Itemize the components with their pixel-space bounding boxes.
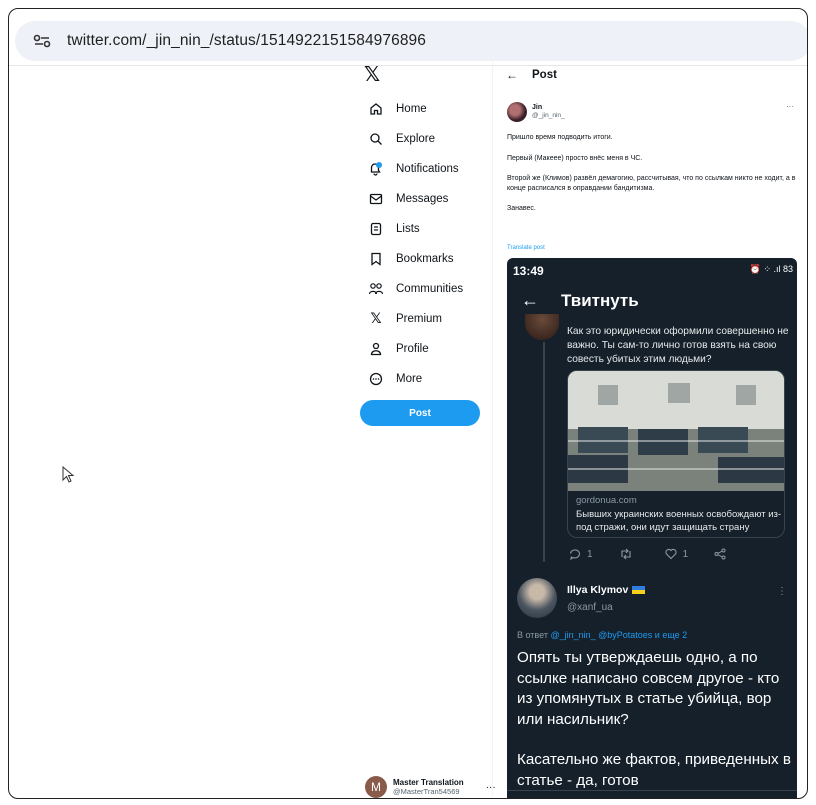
home-icon xyxy=(366,99,386,119)
author-avatar[interactable] xyxy=(507,102,527,122)
more-vertical-icon: ⋮ xyxy=(777,586,787,597)
thread-line xyxy=(543,342,545,562)
person-icon xyxy=(366,339,386,359)
sidebar-item-label: Explore xyxy=(396,133,435,145)
card-domain: gordonua.com xyxy=(576,495,637,506)
post-author[interactable]: Jin @_jin_nin_ xyxy=(507,102,565,122)
address-bar[interactable]: twitter.com/_jin_nin_/status/15149221515… xyxy=(15,21,807,61)
sidebar-nav: 𝕏 Home Explore Notifications Messages Li… xyxy=(358,62,488,394)
tweet-actions: 1 1 xyxy=(569,548,769,560)
sidebar-item-label: Profile xyxy=(396,343,429,355)
post-header: ← Post xyxy=(506,64,557,86)
translate-post-link[interactable]: Translate post xyxy=(507,245,545,251)
phone-status-bar: 13:49 ⏰ ⁘ .ıl 83 xyxy=(513,264,793,278)
bell-icon xyxy=(366,159,386,179)
back-arrow-icon: ← xyxy=(521,290,539,310)
sidebar-item-label: Lists xyxy=(396,223,420,235)
sidebar-item-home[interactable]: Home xyxy=(358,94,488,124)
list-icon xyxy=(366,219,386,239)
author-handle[interactable]: @_jin_nin_ xyxy=(532,112,565,120)
sidebar-item-explore[interactable]: Explore xyxy=(358,124,488,154)
reply-paragraph: Касательно же фактов, приведенных в стат… xyxy=(517,751,791,789)
post-paragraph: Второй же (Климов) развёл демагогию, рас… xyxy=(507,175,796,192)
reply-to-mentions: @_jin_nin_ @byPotatoes и еще 2 xyxy=(550,630,688,640)
heart-icon xyxy=(664,548,677,560)
envelope-icon xyxy=(366,189,386,209)
post-button[interactable]: Post xyxy=(360,400,480,426)
x-logo-icon: 𝕏 xyxy=(370,311,382,327)
bookmark-icon xyxy=(366,249,386,269)
ukraine-flag-icon xyxy=(632,586,646,594)
sidebar-item-premium[interactable]: 𝕏 Premium xyxy=(358,304,488,334)
sidebar-item-lists[interactable]: Lists xyxy=(358,214,488,244)
avatar: M xyxy=(365,776,387,798)
phone-title: Твитнуть xyxy=(561,290,639,310)
sidebar-item-communities[interactable]: Communities xyxy=(358,274,488,304)
phone-status-icons: ⏰ ⁘ .ıl 83 xyxy=(749,264,793,274)
account-name: Master Translation xyxy=(393,778,464,787)
reply-count: 1 xyxy=(587,548,593,560)
reply-icon xyxy=(569,549,581,560)
retweet-icon xyxy=(621,548,631,560)
reply-body: Опять ты утверждаешь одно, а по ссылке н… xyxy=(517,648,792,798)
sidebar-item-label: Notifications xyxy=(396,163,459,175)
sidebar-item-profile[interactable]: Profile xyxy=(358,334,488,364)
account-handle: @MasterTran54569 xyxy=(393,787,460,796)
sidebar-item-label: Home xyxy=(396,103,427,115)
x-logo-icon[interactable]: 𝕏 xyxy=(364,62,488,86)
sidebar-item-label: More xyxy=(396,373,423,385)
search-icon xyxy=(366,129,386,149)
sidebar-item-label: Communities xyxy=(396,283,464,295)
reply-text: Как это юридически оформили совершенно н… xyxy=(567,326,789,365)
sidebar-item-label: Bookmarks xyxy=(396,253,454,265)
column-divider xyxy=(492,56,493,796)
sidebar-item-label: Premium xyxy=(396,313,443,325)
avatar xyxy=(525,314,559,340)
reply-paragraph: Опять ты утверждаешь одно, а по ссылке н… xyxy=(517,649,780,728)
more-circle-icon xyxy=(366,369,386,389)
reply-author-name: Illya Klymov xyxy=(567,584,646,596)
post-paragraph: Пришло время подводить итоги. xyxy=(507,134,613,141)
share-icon xyxy=(714,548,726,560)
avatar xyxy=(517,578,557,618)
sidebar-item-notifications[interactable]: Notifications xyxy=(358,154,488,184)
card-image xyxy=(568,371,784,491)
reply-author-handle: @xanf_ua xyxy=(567,602,613,613)
sidebar-item-label: Messages xyxy=(396,193,449,205)
mouse-cursor-icon xyxy=(62,465,76,489)
divider xyxy=(507,790,797,791)
share-action xyxy=(714,548,732,560)
people-icon xyxy=(366,279,386,299)
like-count: 1 xyxy=(682,548,689,560)
url-text[interactable]: twitter.com/_jin_nin_/status/15149221515… xyxy=(67,32,426,50)
reply-author-name-text: Illya Klymov xyxy=(567,584,629,596)
site-settings-icon[interactable] xyxy=(31,30,53,52)
author-name[interactable]: Jin xyxy=(532,104,565,112)
post-image[interactable]: 13:49 ⏰ ⁘ .ıl 83 ← Твитнуть Как это юрид… xyxy=(507,258,797,798)
sidebar-item-more[interactable]: More xyxy=(358,364,488,394)
reply-action: 1 xyxy=(569,548,593,560)
like-action: 1 xyxy=(664,548,689,560)
page-title: Post xyxy=(532,69,557,81)
post-paragraph: Первый (Макеее) просто внёс меня в ЧС. xyxy=(507,154,643,162)
retweet-action xyxy=(619,548,639,560)
phone-time: 13:49 xyxy=(513,264,544,278)
post-more-icon[interactable]: ··· xyxy=(786,102,794,111)
post-text: Пришло время подводить итоги. Первый (Ма… xyxy=(507,133,797,225)
sidebar-item-messages[interactable]: Messages xyxy=(358,184,488,214)
card-headline: Бывших украинских военных освобождают из… xyxy=(576,509,782,533)
sidebar-item-bookmarks[interactable]: Bookmarks xyxy=(358,244,488,274)
account-switcher[interactable]: M Master Translation @MasterTran54569 ··… xyxy=(365,776,496,798)
more-dots-icon[interactable]: ··· xyxy=(486,782,496,793)
phone-header: ← Твитнуть xyxy=(521,290,639,311)
link-card: gordonua.com Бывших украинских военных о… xyxy=(567,370,785,538)
reply-to-prefix: В ответ xyxy=(517,630,548,640)
reply-to-line: В ответ @_jin_nin_ @byPotatoes и еще 2 xyxy=(517,630,687,640)
back-arrow-icon[interactable]: ← xyxy=(506,68,518,82)
post-paragraph: Занавес. xyxy=(507,205,536,212)
